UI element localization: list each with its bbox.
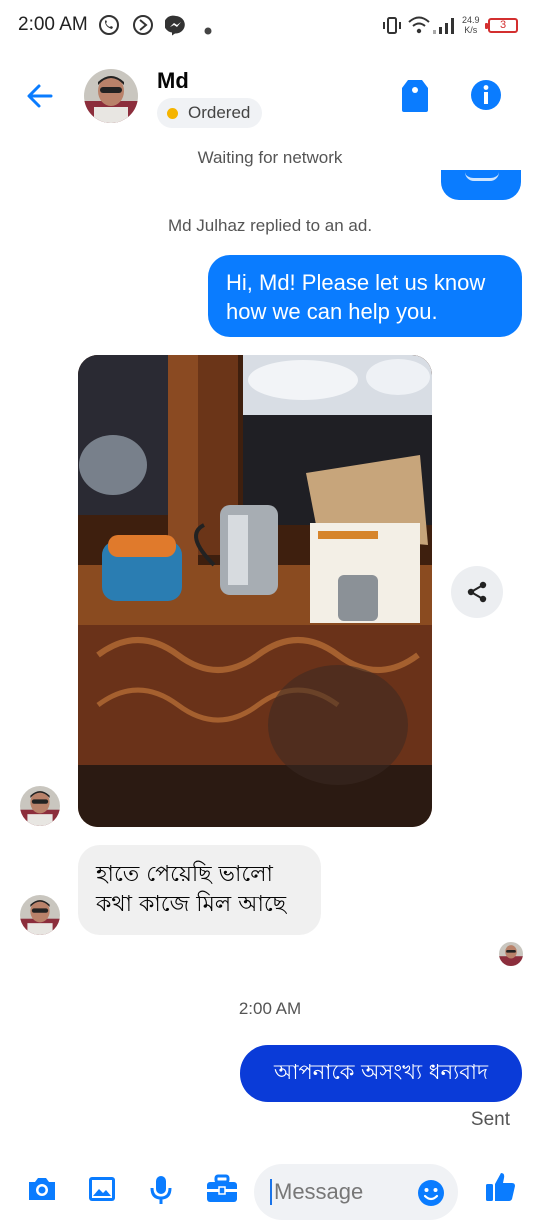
dot-icon bbox=[204, 22, 212, 40]
sync-icon bbox=[132, 14, 154, 41]
shared-photo[interactable] bbox=[78, 355, 432, 827]
outgoing-message[interactable]: আপনাকে অসংখ্য ধন্যবাদ bbox=[240, 1045, 522, 1102]
read-receipt-avatar bbox=[499, 942, 523, 966]
battery-level: 3 bbox=[499, 19, 507, 31]
contact-name[interactable]: Md bbox=[157, 68, 189, 94]
message-composer bbox=[0, 1150, 540, 1230]
outgoing-message[interactable]: Hi, Md! Please let us know how we can he… bbox=[208, 255, 522, 337]
battery-icon: 3 bbox=[485, 18, 518, 33]
like-icon[interactable] bbox=[484, 1170, 518, 1209]
avatar[interactable] bbox=[84, 69, 138, 123]
info-icon[interactable] bbox=[469, 78, 503, 117]
message-field[interactable] bbox=[254, 1164, 458, 1220]
incoming-message[interactable]: হাতে পেয়েছি ভালো কথা কাজে মিল আছে bbox=[78, 845, 321, 935]
previous-message-bubble[interactable] bbox=[441, 170, 521, 200]
message-timestamp: 2:00 AM bbox=[238, 999, 302, 1018]
sender-avatar[interactable] bbox=[20, 786, 60, 826]
order-status-badge[interactable]: Ordered bbox=[157, 98, 263, 128]
status-time: 2:00 AM bbox=[18, 14, 88, 35]
ad-reply-note: Md Julhaz replied to an ad. bbox=[167, 216, 373, 235]
network-status: Waiting for network bbox=[197, 148, 343, 167]
tag-icon[interactable] bbox=[398, 78, 432, 119]
network-speed: 24.9 K/s bbox=[462, 15, 480, 35]
briefcase-icon[interactable] bbox=[205, 1174, 239, 1209]
status-bar: 2:00 AM 24.9 K/s 3 bbox=[0, 0, 540, 56]
back-arrow-icon[interactable] bbox=[24, 80, 56, 117]
text-caret bbox=[270, 1179, 272, 1205]
status-dot-icon bbox=[167, 107, 178, 119]
share-icon bbox=[467, 581, 487, 603]
vibrate-icon bbox=[381, 16, 403, 41]
wifi-icon bbox=[407, 15, 431, 40]
camera-icon[interactable] bbox=[26, 1174, 58, 1209]
emoji-icon[interactable] bbox=[416, 1178, 446, 1213]
messenger-icon bbox=[164, 14, 187, 41]
gallery-icon[interactable] bbox=[87, 1174, 117, 1209]
delivery-status: Sent bbox=[470, 1109, 510, 1130]
conversation-header: Md Ordered bbox=[0, 56, 540, 140]
message-input[interactable] bbox=[274, 1174, 414, 1210]
share-button[interactable] bbox=[451, 566, 503, 618]
whatsapp-icon bbox=[98, 14, 120, 41]
sender-avatar[interactable] bbox=[20, 895, 60, 935]
signal-icon bbox=[432, 17, 456, 40]
order-status-label: Ordered bbox=[188, 103, 251, 122]
microphone-icon[interactable] bbox=[148, 1174, 174, 1211]
